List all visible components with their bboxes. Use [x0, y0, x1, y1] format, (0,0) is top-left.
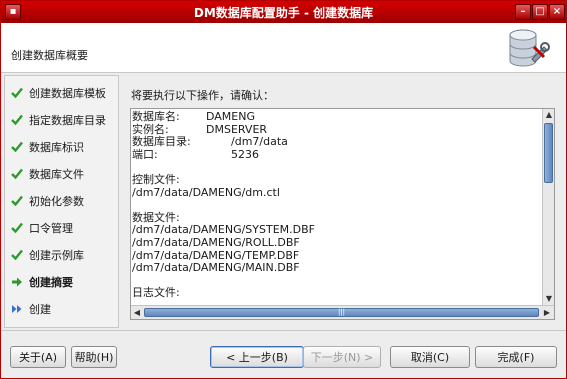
horizontal-scrollbar[interactable]: ◀ ||| ▶ [131, 305, 554, 319]
check-icon [11, 195, 23, 206]
dir-row: 数据库目录: /dm7/data [132, 136, 541, 149]
vertical-scrollbar[interactable]: ▲ ▼ [542, 109, 554, 305]
db-name-row: 数据库名: DAMENG [132, 110, 541, 124]
summary-text: 数据库名: DAMENG 实例名: DMSERVER 数据库目录: /dm7/d… [131, 109, 541, 303]
log-label: 日志文件: [132, 286, 180, 300]
step-password: 口令管理 [5, 214, 118, 241]
data-file: /dm7/data/DAMENG/ROLL.DBF [132, 235, 300, 249]
control-label: 控制文件: [132, 172, 180, 186]
summary-textarea[interactable]: 数据库名: DAMENG 实例名: DMSERVER 数据库目录: /dm7/d… [130, 108, 555, 320]
page-title: 创建数据库概要 [11, 49, 88, 62]
check-icon [11, 141, 23, 152]
window-title: DM数据库配置助手 - 创建数据库 [193, 5, 374, 20]
dir-value: /dm7/data [231, 135, 288, 149]
step-label: 数据库标识 [29, 140, 84, 154]
db-name-value: DAMENG [206, 110, 255, 123]
finish-button[interactable]: 完成(F) [475, 346, 557, 368]
data-file: /dm7/data/DAMENG/MAIN.DBF [132, 261, 300, 275]
about-button[interactable]: 关于(A) [10, 346, 66, 368]
cancel-button[interactable]: 取消(C) [390, 346, 470, 368]
step-label: 创建数据库模板 [29, 86, 106, 100]
summary-panel: 将要执行以下操作，请确认： 数据库名: DAMENG 实例名: DMSERVER… [119, 75, 564, 328]
step-db-files: 数据库文件 [5, 160, 118, 187]
close-icon[interactable]: × [549, 4, 565, 20]
scroll-up-icon[interactable]: ▲ [543, 109, 555, 121]
step-label: 口令管理 [29, 221, 73, 235]
port-value: 5236 [231, 147, 259, 161]
vertical-scroll-thumb[interactable] [544, 123, 553, 183]
step-summary: 创建摘要 [5, 268, 118, 295]
dir-label: 数据库目录: [132, 135, 191, 149]
check-icon [11, 87, 23, 98]
footer-divider [1, 330, 566, 331]
step-label: 创建 [29, 302, 51, 316]
check-icon [11, 222, 23, 233]
step-label: 创建摘要 [29, 275, 73, 289]
next-button[interactable]: 下一步(N) > [303, 346, 381, 368]
step-db-directory: 指定数据库目录 [5, 106, 118, 133]
step-label: 指定数据库目录 [29, 113, 106, 127]
check-icon [11, 168, 23, 179]
port-row: 端口: 5236 [132, 147, 541, 162]
minimize-icon[interactable]: – [515, 4, 531, 20]
step-init-params: 初始化参数 [5, 187, 118, 214]
steps-sidebar: 创建数据库模板 指定数据库目录 数据库标识 数据库文件 初始化参数 口令管理 创… [4, 75, 119, 328]
step-db-identity: 数据库标识 [5, 133, 118, 160]
step-create-template: 创建数据库模板 [5, 79, 118, 106]
horizontal-scroll-thumb[interactable]: ||| [144, 308, 539, 317]
instance-row: 实例名: DMSERVER [132, 123, 541, 137]
title-bar[interactable]: ▪ DM数据库配置助手 - 创建数据库 – □ × [1, 1, 566, 23]
check-icon [11, 114, 23, 125]
db-name-label: 数据库名: [132, 110, 180, 123]
check-icon [11, 249, 23, 260]
scroll-down-icon[interactable]: ▼ [543, 293, 555, 305]
back-button[interactable]: < 上一步(B) [210, 346, 304, 368]
wizard-header: 创建数据库概要 [1, 23, 566, 73]
step-label: 初始化参数 [29, 194, 84, 208]
arrow-right-icon [12, 277, 22, 286]
database-wrench-icon [509, 29, 550, 67]
control-file: /dm7/data/DAMENG/dm.ctl [132, 185, 280, 199]
step-create: 创建 [5, 295, 118, 322]
wizard-window: ▪ DM数据库配置助手 - 创建数据库 – □ × 创建数据库概要 创建数据库模… [0, 0, 567, 379]
scroll-right-icon[interactable]: ▶ [541, 306, 553, 319]
scroll-left-icon[interactable]: ◀ [131, 306, 143, 319]
help-button[interactable]: 帮助(H) [71, 346, 117, 368]
step-sample-db: 创建示例库 [5, 241, 118, 268]
confirm-prompt: 将要执行以下操作，请确认： [131, 89, 274, 102]
window-menu-icon[interactable]: ▪ [5, 4, 21, 20]
step-label: 创建示例库 [29, 248, 84, 262]
step-label: 数据库文件 [29, 167, 84, 181]
port-label: 端口: [132, 147, 158, 161]
double-chevron-right-icon [12, 304, 22, 313]
maximize-icon[interactable]: □ [532, 4, 548, 20]
